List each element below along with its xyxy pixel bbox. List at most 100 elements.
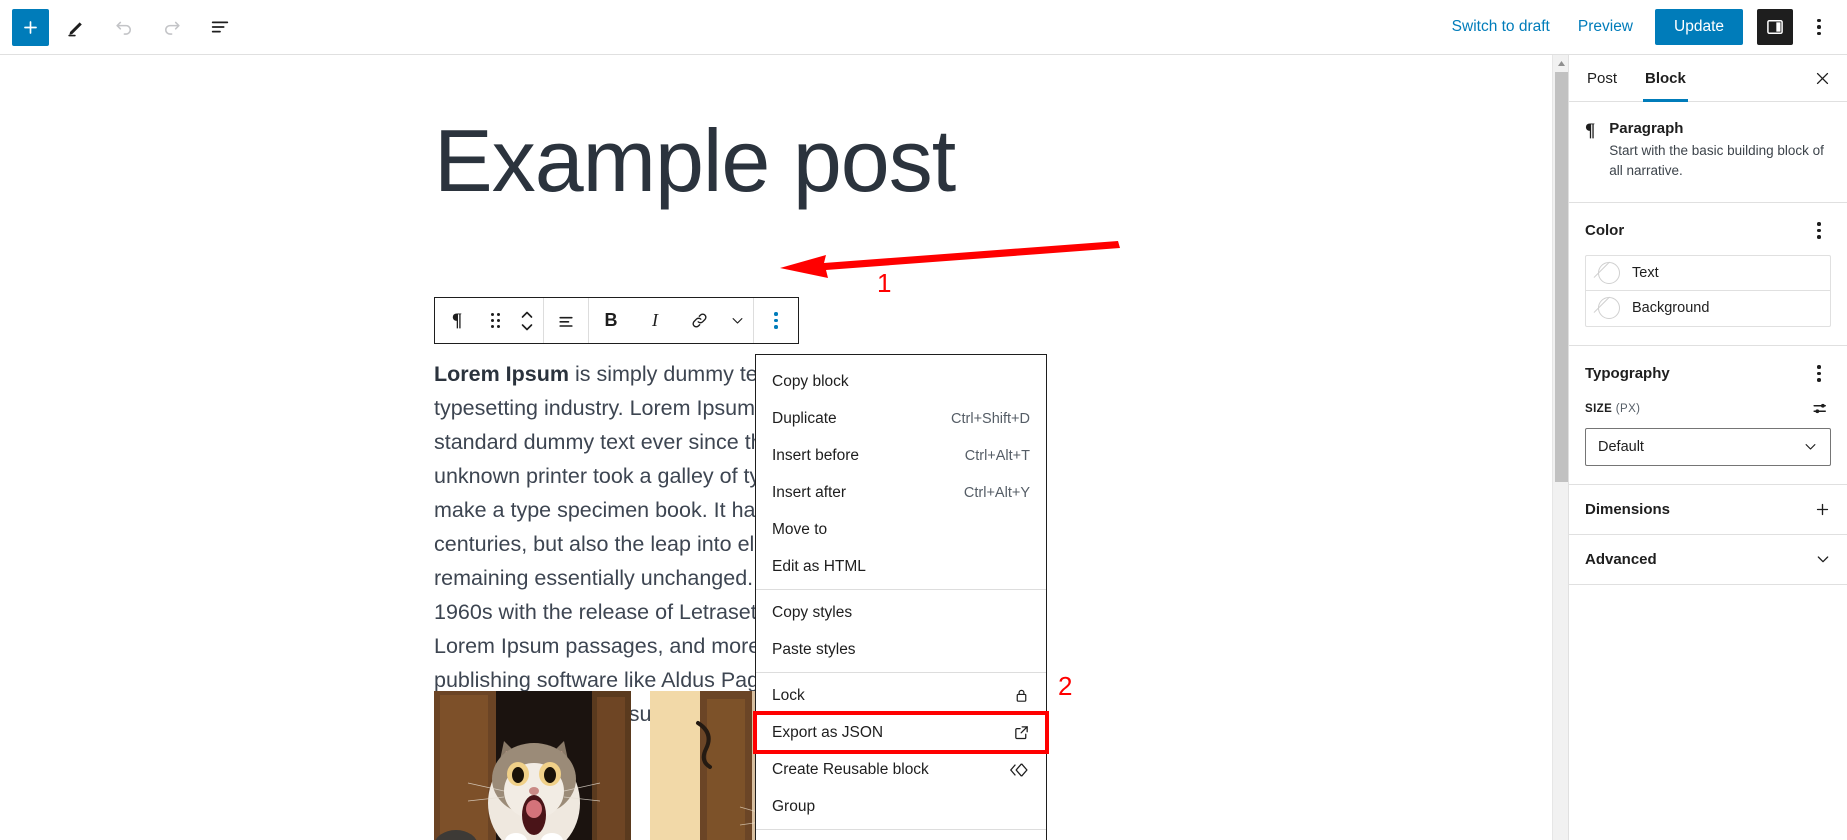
menu-item-paste-styles[interactable]: Paste styles xyxy=(756,631,1046,668)
gallery-image-1[interactable] xyxy=(434,691,631,840)
color-swatch-none-icon xyxy=(1598,261,1620,284)
more-options-icon[interactable] xyxy=(1801,6,1837,48)
block-card-description: Start with the basic building block of a… xyxy=(1609,143,1824,179)
size-unit: (PX) xyxy=(1615,402,1641,415)
paragraph-lead-text: Lorem Ipsum xyxy=(434,362,569,386)
color-row-label: Text xyxy=(1632,264,1659,281)
chevron-down-icon[interactable] xyxy=(721,298,753,343)
italic-button[interactable]: I xyxy=(633,298,677,343)
dimensions-panel-title: Dimensions xyxy=(1585,500,1671,518)
block-toolbar-group-align xyxy=(544,298,589,343)
redo-arrow-icon[interactable] xyxy=(151,6,193,48)
block-toolbar-group-options xyxy=(754,298,798,343)
menu-item-remove-paragraph[interactable]: Remove ParagraphShift+Alt+Z xyxy=(756,834,1046,840)
color-options-list: Text Background xyxy=(1585,254,1831,327)
scrollbar-up-arrow-icon[interactable] xyxy=(1553,55,1569,72)
menu-item-lock[interactable]: Lock xyxy=(756,677,1046,714)
color-panel-header: Color xyxy=(1585,219,1831,243)
menu-item-label: Paste styles xyxy=(772,640,856,658)
color-panel-options-icon[interactable] xyxy=(1807,219,1831,243)
typography-panel-options-icon[interactable] xyxy=(1807,362,1831,386)
typography-panel-title: Typography xyxy=(1585,365,1670,382)
link-icon[interactable] xyxy=(677,298,721,343)
color-panel: Color Text Background xyxy=(1569,203,1847,346)
color-row-text[interactable]: Text xyxy=(1586,256,1830,291)
menu-item-copy-styles[interactable]: Copy styles xyxy=(756,594,1046,631)
move-up-down-icon[interactable] xyxy=(511,298,543,343)
drag-handle-icon[interactable] xyxy=(479,298,511,343)
settings-sidebar-toggle[interactable] xyxy=(1757,9,1793,45)
block-options-button[interactable] xyxy=(754,298,798,343)
font-size-label-row: SIZE (PX) xyxy=(1585,398,1831,420)
close-sidebar-icon[interactable] xyxy=(1801,57,1843,99)
menu-item-label: Copy block xyxy=(772,372,849,390)
align-text-icon[interactable] xyxy=(544,298,588,343)
editor-top-bar: Switch to draft Preview Update xyxy=(0,0,1847,55)
editor-canvas: Example post Lorem Ipsum is simply dummy… xyxy=(0,55,1568,840)
sidebar-tabs: Post Block xyxy=(1569,55,1847,102)
dimensions-panel-toggle[interactable]: Dimensions xyxy=(1569,485,1847,535)
post-title[interactable]: Example post xyxy=(434,114,956,207)
block-options-menu: Copy block Duplicate Ctrl+Shift+D Insert be… xyxy=(753,354,1049,840)
chevron-down-icon xyxy=(1805,444,1816,450)
menu-item-label: Export as JSON xyxy=(772,723,884,741)
switch-to-draft-button[interactable]: Switch to draft xyxy=(1440,10,1562,44)
menu-item-export-as-json[interactable]: Export as JSON xyxy=(753,711,1049,754)
settings-sidebar: Post Block ¶ Paragraph Start with the ba… xyxy=(1568,55,1847,840)
menu-item-label: Copy styles xyxy=(772,603,853,621)
menu-item-label: Create Reusable block xyxy=(772,760,929,778)
font-size-value: Default xyxy=(1598,438,1644,455)
undo-arrow-icon[interactable] xyxy=(103,6,145,48)
menu-item-create-reusable-block[interactable]: Create Reusable block xyxy=(756,751,1046,788)
color-row-background[interactable]: Background xyxy=(1586,291,1830,326)
menu-item-insert-after[interactable]: Insert after Ctrl+Alt+Y xyxy=(756,474,1046,511)
preview-button[interactable]: Preview xyxy=(1566,10,1645,44)
menu-item-edit-as-html[interactable]: Edit as HTML xyxy=(756,548,1046,585)
chevron-down-icon xyxy=(1817,556,1829,563)
scrollbar-thumb[interactable] xyxy=(1555,72,1568,482)
menu-item-label: Insert before xyxy=(772,446,860,464)
font-size-label: SIZE (PX) xyxy=(1585,403,1809,415)
advanced-panel-toggle[interactable]: Advanced xyxy=(1569,535,1847,585)
menu-item-shortcut: Ctrl+Alt+T xyxy=(964,447,1030,464)
menu-item-label: Group xyxy=(772,797,816,815)
vertical-dots-icon xyxy=(1817,18,1821,36)
typography-panel: Typography SIZE (PX) Default xyxy=(1569,346,1847,485)
menu-item-copy-block[interactable]: Copy block xyxy=(756,363,1046,400)
color-panel-title: Color xyxy=(1585,222,1625,239)
menu-item-label: Move to xyxy=(772,520,828,538)
size-word: SIZE xyxy=(1585,402,1613,415)
sliders-icon[interactable] xyxy=(1809,398,1831,420)
add-block-button[interactable] xyxy=(12,8,49,46)
menu-section-0: Copy block Duplicate Ctrl+Shift+D Insert be… xyxy=(756,359,1046,590)
vertical-dots-icon xyxy=(774,312,778,329)
menu-item-duplicate[interactable]: Duplicate Ctrl+Shift+D xyxy=(756,400,1046,437)
paragraph-pilcrow-icon: ¶ xyxy=(1585,120,1596,141)
tools-pencil-icon[interactable] xyxy=(55,6,97,48)
lock-icon xyxy=(1004,687,1030,704)
menu-item-group[interactable]: Group xyxy=(756,788,1046,825)
block-toolbar-group-block: ¶ xyxy=(435,298,544,343)
menu-item-insert-before[interactable]: Insert before Ctrl+Alt+T xyxy=(756,437,1046,474)
paragraph-pilcrow-icon[interactable]: ¶ xyxy=(435,298,479,343)
bold-button[interactable]: B xyxy=(589,298,633,343)
tab-block[interactable]: Block xyxy=(1631,55,1700,102)
menu-item-label: Lock xyxy=(772,686,805,704)
drag-dots xyxy=(490,313,500,328)
top-bar-right-actions: Switch to draft Preview Update xyxy=(1440,6,1847,48)
reusable-block-icon xyxy=(1004,761,1030,779)
canvas-scrollbar[interactable] xyxy=(1552,55,1569,840)
wordpress-block-editor: Switch to draft Preview Update Example p… xyxy=(0,0,1847,840)
external-link-icon xyxy=(1004,724,1030,741)
font-size-select[interactable]: Default xyxy=(1585,427,1831,466)
block-toolbar: ¶ B I xyxy=(434,297,799,344)
tab-post[interactable]: Post xyxy=(1573,55,1631,102)
top-bar-left-tools xyxy=(0,6,241,48)
menu-item-label: Edit as HTML xyxy=(772,557,866,575)
menu-section-1: Copy styles Paste styles xyxy=(756,590,1046,673)
list-view-icon[interactable] xyxy=(199,6,241,48)
advanced-panel-title: Advanced xyxy=(1585,550,1657,568)
block-toolbar-group-format: B I xyxy=(589,298,754,343)
update-button[interactable]: Update xyxy=(1655,9,1743,45)
menu-item-move-to[interactable]: Move to xyxy=(756,511,1046,548)
